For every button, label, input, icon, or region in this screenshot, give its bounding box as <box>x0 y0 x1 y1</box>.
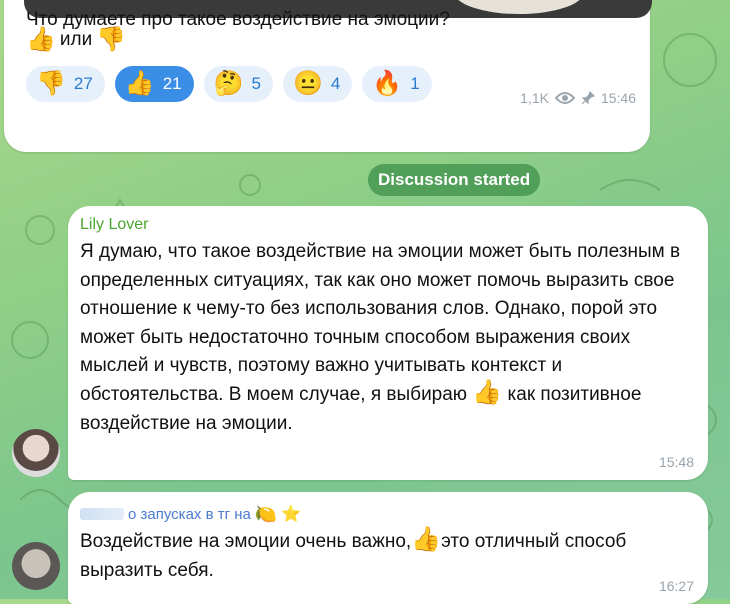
thumbs-up-icon: 👍 <box>472 378 503 406</box>
blurred-name <box>80 508 124 520</box>
thinking-face-icon: 🤔 <box>213 70 244 97</box>
post-meta: 1,1K 15:46 <box>520 90 636 106</box>
comment-text: Воздействие на эмоции очень важно,👍это о… <box>80 528 696 585</box>
reaction-thinking[interactable]: 🤔 5 <box>203 66 273 102</box>
thumbs-down-icon: 👎 <box>96 26 127 53</box>
reaction-thumbs-up[interactable]: 👍 21 <box>114 66 194 102</box>
comment-author[interactable]: Lily Lover <box>80 216 148 234</box>
comment-bubble: Lily Lover Я думаю, что такое воздействи… <box>68 206 708 480</box>
reaction-fire[interactable]: 🔥 1 <box>362 66 432 102</box>
eye-icon <box>554 92 575 104</box>
reactions-bar: 👎 27 👍 21 🤔 5 😐 4 🔥 1 <box>26 66 432 102</box>
reaction-count: 4 <box>330 74 341 93</box>
avatar[interactable] <box>12 542 60 590</box>
comment-author[interactable]: о запусках в тг на 🍋 ⭐ <box>80 504 301 524</box>
thumbs-up-icon: 👍 <box>411 526 442 553</box>
channel-post: Что думаете про такое воздействие на эмо… <box>4 0 652 152</box>
fire-icon: 🔥 <box>372 70 403 97</box>
thumbs-down-icon: 👎 <box>36 70 66 97</box>
comment-text-part: Я думаю, что такое воздействие на эмоции… <box>80 241 681 405</box>
comment-author-text: о запусках в тг на <box>128 505 251 523</box>
discussion-started-label: Discussion started <box>368 164 541 196</box>
post-time: 15:46 <box>600 90 636 106</box>
thumbs-up-icon: 👍 <box>124 70 155 97</box>
star-icon: ⭐ <box>281 506 302 523</box>
comment-text-part: Воздействие на эмоции очень важно, <box>80 531 412 552</box>
pin-icon <box>581 91 595 105</box>
thumbs-up-icon: 👍 <box>26 26 56 53</box>
avatar[interactable] <box>12 429 60 477</box>
reaction-count: 5 <box>251 74 261 93</box>
comment-bubble: о запусках в тг на 🍋 ⭐ Воздействие на эм… <box>68 492 708 604</box>
reaction-count: 1 <box>410 74 420 93</box>
reaction-neutral[interactable]: 😐 4 <box>282 66 353 102</box>
lemon-icon: 🍋 <box>254 504 278 524</box>
reaction-thumbs-down[interactable]: 👎 27 <box>26 66 105 102</box>
neutral-face-icon: 😐 <box>292 70 323 97</box>
reaction-count: 27 <box>73 74 93 93</box>
comment-time: 16:27 <box>658 578 694 594</box>
post-choice: 👍 или 👎 <box>26 28 126 52</box>
views-count: 1,1K <box>520 90 549 106</box>
choice-separator: или <box>59 29 93 50</box>
reaction-count: 21 <box>162 74 182 93</box>
comment-text: Я думаю, что такое воздействие на эмоции… <box>80 238 696 438</box>
comment-time: 15:48 <box>658 454 694 470</box>
